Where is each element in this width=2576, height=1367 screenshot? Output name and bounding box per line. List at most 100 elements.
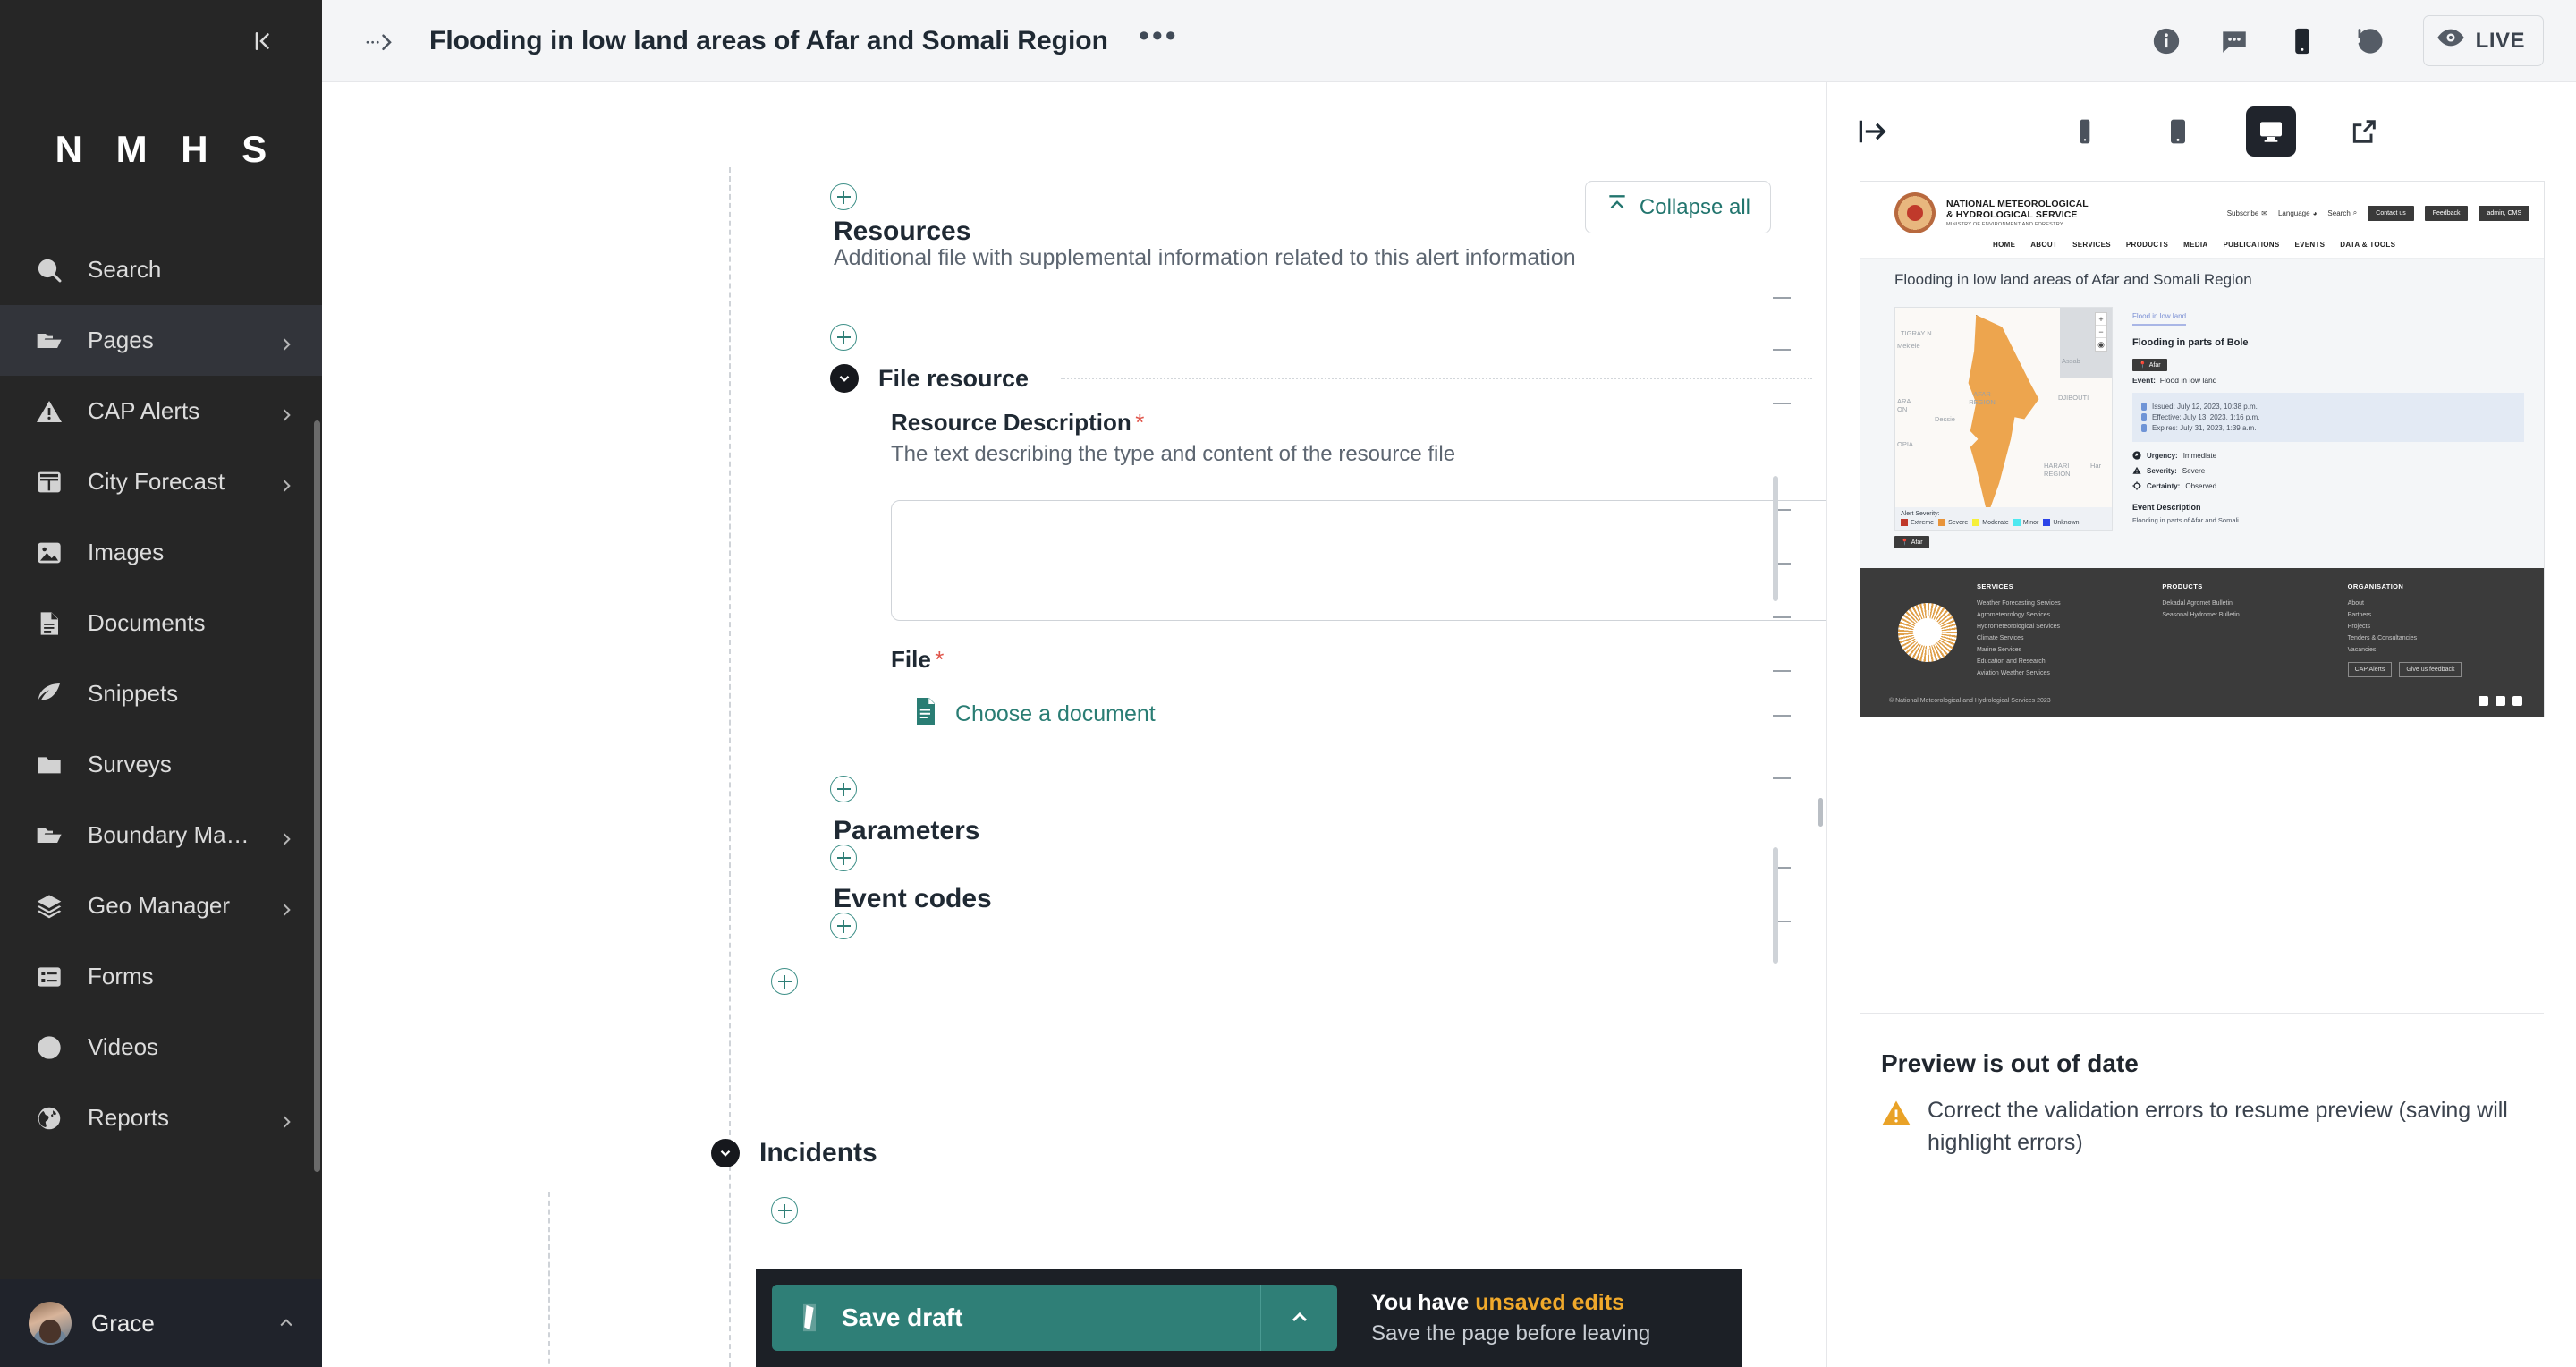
- twitter-icon[interactable]: [2496, 696, 2505, 706]
- table-icon: [32, 465, 66, 499]
- site-nav-item[interactable]: DATA & TOOLS: [2340, 241, 2395, 249]
- site-nav-item[interactable]: EVENTS: [2294, 241, 2325, 249]
- site-subscribe-link[interactable]: Subscribe ✉: [2227, 209, 2267, 217]
- parameters-title: Parameters: [834, 816, 980, 845]
- tablet-icon[interactable]: [2153, 106, 2203, 157]
- footer-link[interactable]: Vacancies: [2348, 647, 2522, 653]
- site-language-link[interactable]: Language ◕: [2278, 209, 2317, 217]
- footer-link[interactable]: Tenders & Consultancies: [2348, 635, 2522, 641]
- sidebar-item-surveys[interactable]: Surveys: [0, 729, 322, 800]
- save-draft-button[interactable]: Save draft: [772, 1285, 1337, 1351]
- footer-link[interactable]: About: [2348, 600, 2522, 607]
- info-icon[interactable]: [2151, 26, 2182, 56]
- page-more-menu[interactable]: •••: [1139, 21, 1179, 62]
- inner-scrollbar-top[interactable]: [1773, 476, 1778, 601]
- site-nav-item[interactable]: PRODUCTS: [2126, 241, 2168, 249]
- plus-circle-icon[interactable]: [830, 845, 857, 871]
- legend-label: Moderate: [1982, 519, 2009, 526]
- expand-right-icon[interactable]: [1858, 118, 1902, 145]
- chevron-up-icon[interactable]: [277, 1314, 295, 1332]
- footer-feedback-button[interactable]: Give us feedback: [2399, 662, 2462, 677]
- footer-link[interactable]: Seasonal Hydromet Bulletin: [2162, 612, 2336, 618]
- sidebar-item-boundary-manager[interactable]: Boundary Man...: [0, 800, 322, 870]
- comments-icon[interactable]: [2219, 26, 2250, 56]
- site-admin-button[interactable]: admin, CMS: [2479, 205, 2529, 221]
- plus-circle-icon[interactable]: [830, 183, 857, 210]
- site-feedback-button[interactable]: Feedback: [2424, 205, 2469, 221]
- map-zoom-out-button[interactable]: −: [2096, 326, 2106, 338]
- footer-link[interactable]: Education and Research: [1977, 658, 2151, 665]
- footer-link[interactable]: Hydrometeorological Services: [1977, 624, 2151, 630]
- collapse-all-button[interactable]: Collapse all: [1584, 181, 1771, 233]
- chevron-down-icon[interactable]: [711, 1139, 740, 1167]
- legend-item: Extreme: [1901, 519, 1934, 526]
- sidebar-item-forms[interactable]: Forms: [0, 941, 322, 1012]
- site-nav-item[interactable]: HOME: [1993, 241, 2015, 249]
- site-nav-item[interactable]: SERVICES: [2072, 241, 2111, 249]
- footer-link[interactable]: Agrometeorology Services: [1977, 612, 2151, 618]
- sidebar-item-documents[interactable]: Documents: [0, 588, 322, 658]
- sidebar-item-search[interactable]: Search: [0, 234, 322, 305]
- site-search-link[interactable]: Search ⌕: [2327, 208, 2357, 217]
- alert-area-badge: 📍 Afar: [2132, 359, 2167, 371]
- footer-link[interactable]: Marine Services: [1977, 647, 2151, 653]
- footer-link[interactable]: Climate Services: [1977, 635, 2151, 641]
- footer-link[interactable]: Aviation Weather Services: [1977, 670, 2151, 676]
- external-link-icon[interactable]: [2339, 106, 2389, 157]
- sun-logo-icon: [1898, 602, 1957, 662]
- collapse-sidebar-icon[interactable]: [245, 21, 286, 62]
- sidebar-item-videos[interactable]: Videos: [0, 1012, 322, 1083]
- alert-map[interactable]: TIGRAY N Mek'elē Assab AFAR REGION DJIBO…: [1894, 307, 2113, 531]
- alert-tab[interactable]: Flood in low land: [2132, 312, 2187, 326]
- choose-document-button[interactable]: Choose a document: [912, 696, 1156, 733]
- sidebar-item-pages[interactable]: Pages: [0, 305, 322, 376]
- plus-circle-icon[interactable]: [771, 968, 798, 995]
- choose-document-label: Choose a document: [955, 701, 1156, 726]
- map-label: OPIA: [1897, 440, 1913, 448]
- sidebar-item-label: City Forecast: [88, 468, 225, 495]
- footer-cap-alerts-button[interactable]: CAP Alerts: [2347, 662, 2393, 677]
- sidebar-scrollbar[interactable]: [314, 420, 320, 1172]
- sidebar-item-reports[interactable]: Reports: [0, 1083, 322, 1153]
- chevron-down-icon[interactable]: [830, 364, 859, 393]
- save-options-chevron-up-icon[interactable]: [1260, 1285, 1337, 1351]
- site-nav-item[interactable]: MEDIA: [2183, 241, 2207, 249]
- footer-link[interactable]: Partners: [2348, 612, 2522, 618]
- plus-circle-icon[interactable]: [830, 324, 857, 351]
- file-resource-title: File resource: [878, 364, 1030, 392]
- sidebar-item-images[interactable]: Images: [0, 517, 322, 588]
- site-header: NATIONAL METEOROLOGICAL & HYDROLOGICAL SE…: [1860, 182, 2544, 237]
- inner-scrollbar-bottom[interactable]: [1773, 847, 1778, 964]
- footer-link[interactable]: Dekadal Agromet Bulletin: [2162, 600, 2336, 607]
- site-nav-item[interactable]: PUBLICATIONS: [2223, 241, 2279, 249]
- sidebar-item-geo-manager[interactable]: Geo Manager: [0, 870, 322, 941]
- footer-link[interactable]: Weather Forecasting Services: [1977, 600, 2151, 607]
- site-footer: SERVICES Weather Forecasting Services Ag…: [1860, 568, 2544, 717]
- preview-resize-handle[interactable]: [1818, 798, 1823, 827]
- facebook-icon[interactable]: [2479, 696, 2488, 706]
- sidebar-item-snippets[interactable]: Snippets: [0, 658, 322, 729]
- plus-circle-icon[interactable]: [830, 776, 857, 802]
- map-zoom-in-button[interactable]: +: [2096, 313, 2106, 326]
- alert-certainty-label: Certainty:: [2147, 481, 2181, 490]
- plus-circle-icon[interactable]: [771, 1197, 798, 1224]
- plus-circle-icon[interactable]: [830, 913, 857, 939]
- sidebar-item-city-forecast[interactable]: City Forecast: [0, 446, 322, 517]
- live-button[interactable]: LIVE: [2422, 15, 2544, 66]
- sidebar-item-cap-alerts[interactable]: CAP Alerts: [0, 376, 322, 446]
- sidebar-user[interactable]: Grace: [0, 1279, 322, 1367]
- footer-link[interactable]: Projects: [2348, 624, 2522, 630]
- desktop-icon[interactable]: [2245, 106, 2296, 157]
- site-contact-us-button[interactable]: Contact us: [2368, 205, 2414, 221]
- file-label-row: File *: [891, 646, 944, 674]
- legend-swatch: [1938, 519, 1946, 526]
- youtube-icon[interactable]: [2512, 696, 2522, 706]
- map-compass-button[interactable]: ◉: [2096, 338, 2106, 351]
- history-icon[interactable]: [2355, 26, 2385, 56]
- phone-icon[interactable]: [2060, 106, 2110, 157]
- resource-description-input[interactable]: [891, 500, 1826, 621]
- mobile-icon[interactable]: [2287, 26, 2318, 56]
- breadcrumb-ellipsis-icon[interactable]: [356, 28, 406, 55]
- save-status-highlight: unsaved edits: [1475, 1289, 1624, 1315]
- site-nav-item[interactable]: ABOUT: [2030, 241, 2057, 249]
